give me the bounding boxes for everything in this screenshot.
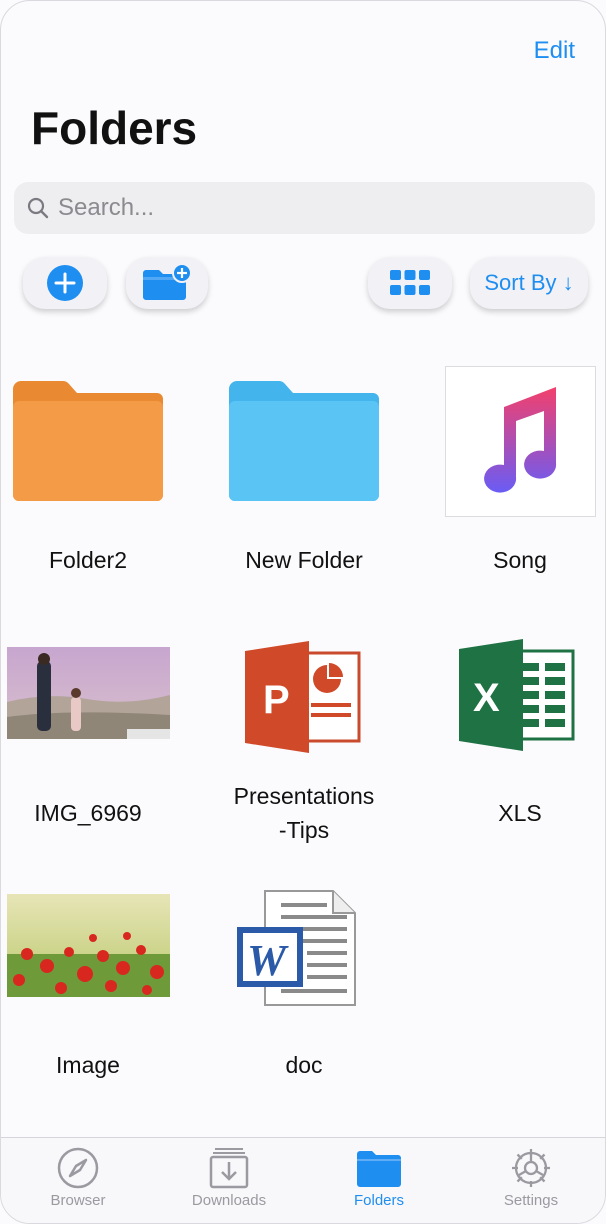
page-title: Folders bbox=[31, 102, 198, 154]
folder2-item[interactable] bbox=[13, 379, 163, 503]
svg-text:X: X bbox=[473, 676, 500, 720]
image-item[interactable] bbox=[7, 894, 170, 997]
img-6969-item[interactable] bbox=[7, 647, 170, 739]
word-icon: W bbox=[237, 890, 356, 1006]
music-note-icon bbox=[484, 387, 557, 493]
item-label: Presentations -Tips bbox=[233, 783, 375, 843]
item-label: Folder2 bbox=[49, 547, 127, 573]
folder-plus-icon bbox=[143, 263, 192, 300]
item-label: IMG_6969 bbox=[34, 800, 142, 826]
new-folder-button[interactable] bbox=[126, 257, 208, 309]
item-label: XLS bbox=[498, 800, 542, 826]
add-button[interactable] bbox=[23, 257, 107, 309]
svg-text:W: W bbox=[247, 936, 289, 985]
item-label: Song bbox=[493, 547, 547, 573]
doc-item[interactable]: W bbox=[237, 889, 357, 1007]
search-bar[interactable] bbox=[14, 182, 595, 234]
photo-thumbnail bbox=[7, 647, 170, 739]
photo-thumbnail bbox=[7, 894, 170, 997]
presentation-item[interactable]: P bbox=[245, 641, 361, 753]
tab-label: Folders bbox=[353, 1192, 405, 1209]
powerpoint-icon: P bbox=[245, 641, 361, 753]
search-input[interactable] bbox=[58, 194, 558, 222]
excel-icon: X bbox=[459, 639, 575, 751]
tab-folders[interactable]: Folders bbox=[319, 1146, 439, 1209]
sort-by-button[interactable]: Sort By ↓ bbox=[470, 257, 588, 309]
gear-icon bbox=[512, 1149, 550, 1187]
folder-icon bbox=[13, 381, 163, 501]
compass-icon bbox=[57, 1147, 99, 1189]
item-label: doc bbox=[285, 1052, 323, 1078]
tab-label: Downloads bbox=[191, 1192, 267, 1209]
app-screen: Edit Folders Search... Sort By ↓ Folder2… bbox=[0, 0, 606, 1224]
new-folder-item[interactable] bbox=[229, 379, 379, 503]
item-label: New Folder bbox=[245, 547, 363, 573]
download-tray-icon bbox=[209, 1148, 249, 1189]
tab-downloads[interactable]: Downloads bbox=[169, 1146, 289, 1209]
tab-label: Browser bbox=[50, 1192, 106, 1209]
song-item[interactable] bbox=[445, 366, 596, 517]
tab-bar: Browser Downloads Folders Settings bbox=[1, 1137, 605, 1223]
svg-text:P: P bbox=[263, 678, 290, 722]
edit-button[interactable]: Edit bbox=[534, 37, 575, 65]
grid-icon bbox=[390, 270, 430, 295]
grid-view-button[interactable] bbox=[368, 257, 452, 309]
plus-circle-icon bbox=[47, 265, 83, 301]
folder-icon bbox=[229, 381, 379, 501]
search-icon bbox=[27, 197, 49, 219]
folder-icon bbox=[357, 1151, 401, 1187]
tab-settings[interactable]: Settings bbox=[471, 1146, 591, 1209]
tab-label: Settings bbox=[503, 1192, 559, 1209]
tab-browser[interactable]: Browser bbox=[18, 1146, 138, 1209]
xls-item[interactable]: X bbox=[459, 639, 575, 751]
item-label: Image bbox=[56, 1052, 120, 1078]
